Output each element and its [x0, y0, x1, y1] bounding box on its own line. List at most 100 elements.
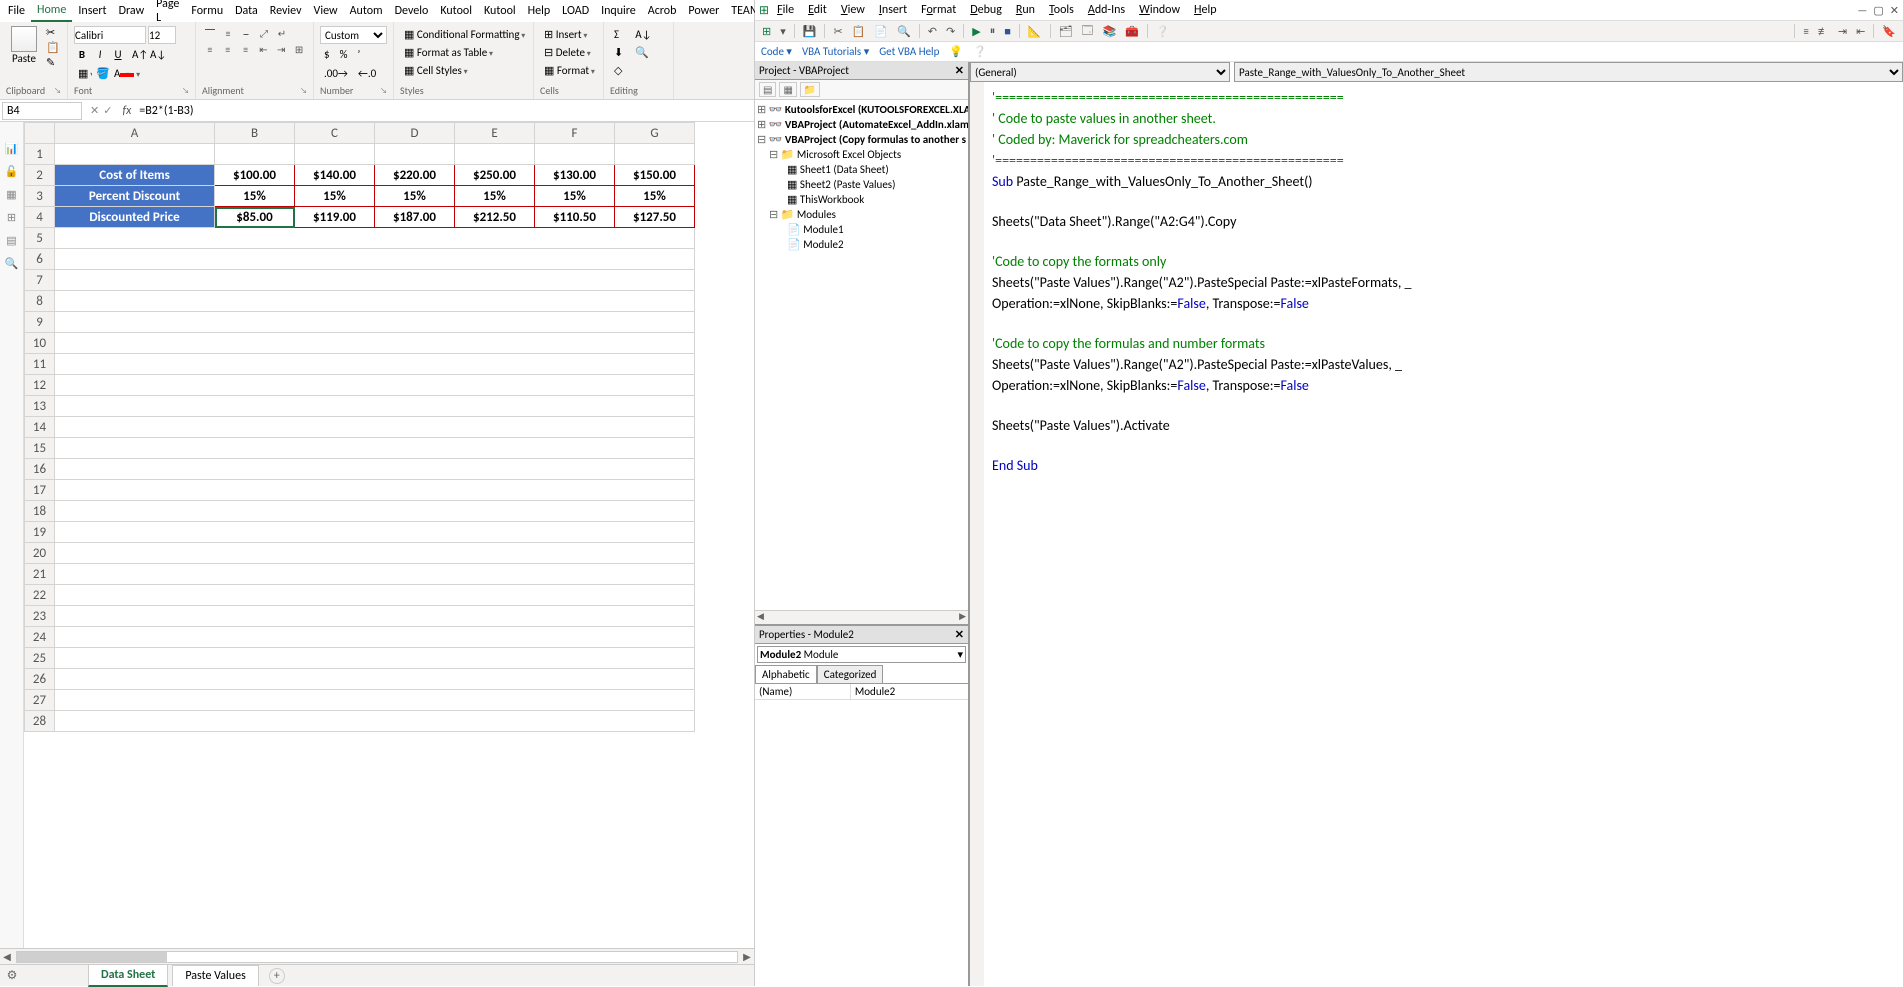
- row-header[interactable]: 17: [25, 480, 55, 501]
- cell[interactable]: [55, 585, 695, 606]
- vba-menu-run[interactable]: Run: [1010, 1, 1041, 19]
- row-header[interactable]: 26: [25, 669, 55, 690]
- row-header[interactable]: 27: [25, 690, 55, 711]
- object-browser-icon[interactable]: 📚: [1099, 24, 1119, 39]
- cell-D3[interactable]: 15%: [375, 186, 455, 207]
- comma-button[interactable]: ʼ: [353, 46, 364, 63]
- increase-font-button[interactable]: A↑: [128, 46, 144, 63]
- merge[interactable]: ⊞: [291, 42, 307, 56]
- vba-menu-file[interactable]: File: [771, 1, 800, 19]
- row-header[interactable]: 2: [25, 165, 55, 186]
- row-header[interactable]: 9: [25, 312, 55, 333]
- new-sheet-button[interactable]: +: [269, 968, 285, 984]
- cell[interactable]: [535, 144, 615, 165]
- menu-data[interactable]: Data: [229, 1, 264, 21]
- grid[interactable]: A B C D E F G 1 2 Cost of Items $100.00 …: [24, 122, 754, 948]
- maximize-icon[interactable]: ▢: [1873, 4, 1883, 17]
- code-procedure-select[interactable]: Paste_Range_with_ValuesOnly_To_Another_S…: [1234, 62, 1903, 82]
- scroll-right-icon[interactable]: ▶: [740, 950, 754, 963]
- scroll-left-icon[interactable]: ◀: [0, 950, 14, 963]
- toolbox-icon[interactable]: 🧰: [1122, 24, 1142, 39]
- cell[interactable]: [55, 627, 695, 648]
- vba-menu-window[interactable]: Window: [1133, 1, 1186, 19]
- wrap-text[interactable]: ↵: [274, 26, 290, 40]
- gutter-icon[interactable]: ▤: [6, 234, 16, 247]
- properties-object-select[interactable]: Module2 Module▾: [757, 646, 966, 663]
- row-header[interactable]: 14: [25, 417, 55, 438]
- cell-G2[interactable]: $150.00: [615, 165, 695, 186]
- vba-menu-debug[interactable]: Debug: [964, 1, 1008, 19]
- number-format-select[interactable]: Custom: [320, 26, 387, 44]
- row-header[interactable]: 5: [25, 228, 55, 249]
- cell[interactable]: [55, 564, 695, 585]
- cell-D2[interactable]: $220.00: [375, 165, 455, 186]
- redo-icon[interactable]: ↷: [943, 24, 958, 39]
- tab-paste-values[interactable]: Paste Values: [172, 965, 258, 986]
- cell[interactable]: [55, 417, 695, 438]
- cell-C3[interactable]: 15%: [295, 186, 375, 207]
- decrease-decimal[interactable]: ←.0: [354, 65, 380, 82]
- row-header[interactable]: 20: [25, 543, 55, 564]
- align-center[interactable]: ≡: [220, 42, 236, 56]
- row-header[interactable]: 15: [25, 438, 55, 459]
- col-header-E[interactable]: E: [455, 123, 535, 144]
- indent-icon[interactable]: ⇥: [1835, 24, 1850, 39]
- cell[interactable]: [55, 291, 695, 312]
- cell[interactable]: [55, 396, 695, 417]
- close-icon[interactable]: ✕: [1890, 4, 1899, 17]
- tree-node-sheet2[interactable]: Sheet2 (Paste Values): [800, 178, 896, 191]
- menu-insert[interactable]: Insert: [72, 1, 112, 21]
- help-icon[interactable]: ❔: [1153, 24, 1173, 39]
- code-object-select[interactable]: (General): [970, 62, 1230, 82]
- row-header[interactable]: 3: [25, 186, 55, 207]
- row-header[interactable]: 24: [25, 627, 55, 648]
- cell-D4[interactable]: $187.00: [375, 207, 455, 228]
- fill-color-button[interactable]: 🪣: [92, 65, 108, 82]
- cell-A2[interactable]: Cost of Items: [55, 165, 215, 186]
- cell-A4[interactable]: Discounted Price: [55, 207, 215, 228]
- menu-review[interactable]: Reviev: [264, 1, 308, 21]
- vba-tutorials-link[interactable]: VBA Tutorials ▾: [802, 45, 869, 58]
- col-header-C[interactable]: C: [295, 123, 375, 144]
- cell-B4[interactable]: $85.00: [215, 207, 295, 228]
- cell[interactable]: [455, 144, 535, 165]
- cell-C2[interactable]: $140.00: [295, 165, 375, 186]
- increase-decimal[interactable]: .00→: [320, 65, 352, 82]
- alignment-launcher[interactable]: ↘: [300, 86, 307, 96]
- menu-file[interactable]: File: [2, 1, 31, 21]
- row-header[interactable]: 8: [25, 291, 55, 312]
- col-header-A[interactable]: A: [55, 123, 215, 144]
- fill[interactable]: ⬇: [610, 44, 627, 61]
- borders-button[interactable]: ▦: [74, 65, 90, 82]
- cell[interactable]: [55, 501, 695, 522]
- format-as-table[interactable]: ▦ Format as Table: [400, 44, 527, 61]
- copy-icon[interactable]: 📋: [849, 24, 869, 39]
- break-icon[interactable]: ⏸: [987, 23, 999, 39]
- design-mode-icon[interactable]: 📐: [1025, 24, 1045, 39]
- tree-node[interactable]: VBAProject (AutomateExcel_AddIn.xlam: [785, 118, 968, 131]
- vba-menu-help[interactable]: Help: [1188, 1, 1223, 19]
- align-bottom[interactable]: ⎯: [238, 26, 254, 40]
- vba-menu-addins[interactable]: Add-Ins: [1082, 1, 1131, 19]
- property-row[interactable]: (Name) Module2: [755, 684, 968, 700]
- menu-home[interactable]: Home: [31, 0, 72, 22]
- code-editor[interactable]: '=======================================…: [970, 82, 1903, 986]
- fx-icon[interactable]: fx: [118, 104, 135, 118]
- gutter-icon[interactable]: 🔍: [5, 257, 19, 270]
- italic-button[interactable]: I: [92, 46, 108, 63]
- comment-block-icon[interactable]: ≡: [1800, 24, 1811, 39]
- tree-node-modules[interactable]: Modules: [797, 208, 836, 221]
- cell[interactable]: [55, 354, 695, 375]
- row-header[interactable]: 23: [25, 606, 55, 627]
- format-painter-button[interactable]: ✎: [46, 56, 60, 70]
- cell-F3[interactable]: 15%: [535, 186, 615, 207]
- percent-button[interactable]: %: [336, 46, 352, 63]
- cell[interactable]: [55, 543, 695, 564]
- cell[interactable]: [55, 522, 695, 543]
- project-tree[interactable]: ⊞ 👓 KutoolsforExcel (KUTOOLSFOREXCEL.XLA…: [755, 100, 968, 610]
- vba-menu-view[interactable]: View: [835, 1, 871, 19]
- conditional-formatting[interactable]: ▦ Conditional Formatting: [400, 26, 527, 43]
- gutter-icon[interactable]: ⊞: [7, 211, 16, 224]
- code-link[interactable]: Code ▾: [761, 45, 792, 58]
- view-object-icon[interactable]: ▦: [779, 82, 796, 97]
